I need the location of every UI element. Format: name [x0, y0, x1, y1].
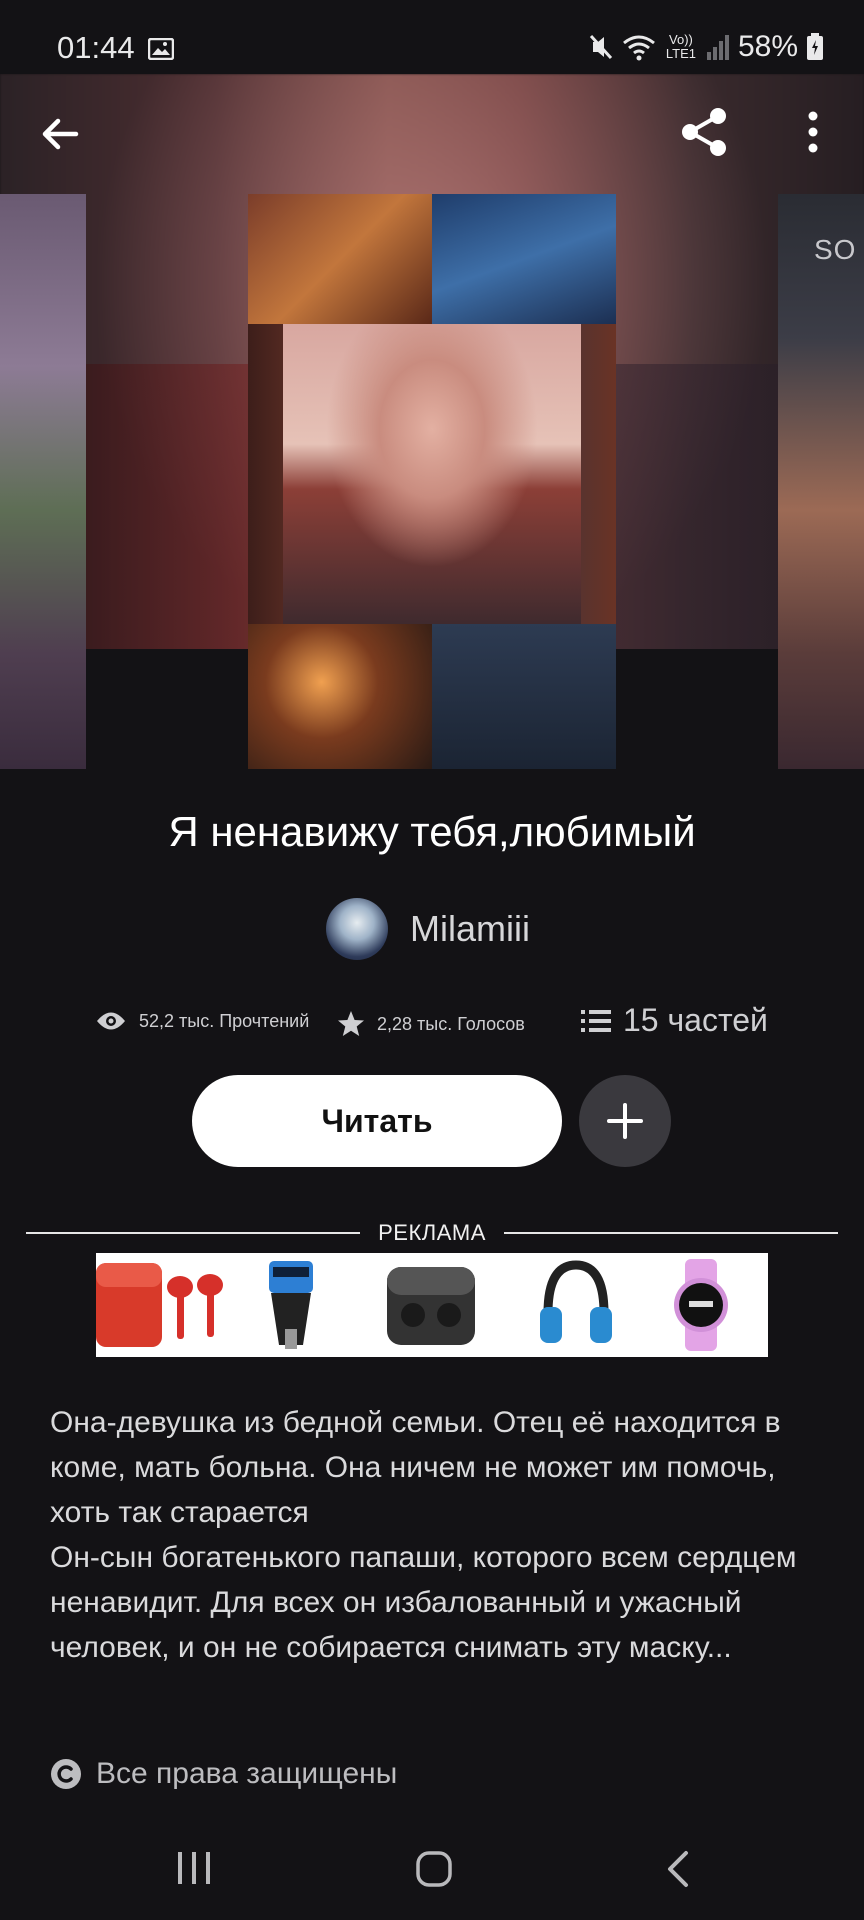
copyright-notice: Все права защищены [50, 1757, 397, 1791]
battery-icon [807, 33, 823, 60]
system-back-icon[interactable] [664, 1850, 692, 1888]
volte-label: Vo)) LTE1 [665, 32, 696, 61]
headphones-image [540, 1260, 612, 1343]
wifi-icon [623, 35, 655, 61]
cover-collage-image [283, 324, 581, 624]
story-stats: 52,2 тыс. Прочтений 2,28 тыс. Голосов 15… [95, 1000, 795, 1046]
parts-stat[interactable]: 15 частей [581, 1002, 768, 1039]
read-button[interactable]: Читать [192, 1075, 562, 1167]
system-navigation-bar [0, 1820, 864, 1920]
recent-apps-icon[interactable] [176, 1850, 212, 1886]
votes-stat: 2,28 тыс. Голосов [337, 1010, 525, 1038]
ad-banner[interactable] [96, 1253, 768, 1357]
parts-count[interactable]: 15 частей [623, 1002, 768, 1039]
status-bar: 01:44 Vo)) LTE1 58% [0, 0, 864, 74]
add-to-library-button[interactable] [579, 1075, 671, 1167]
status-time: 01:44 [57, 30, 135, 65]
red-earbuds-image [167, 1274, 223, 1339]
cover-carousel[interactable]: SO [0, 74, 864, 769]
home-icon[interactable] [415, 1850, 453, 1888]
gallery-notification-icon [148, 38, 174, 60]
signal-icon [706, 35, 729, 60]
copyright-icon [51, 1759, 81, 1789]
share-icon[interactable] [676, 104, 732, 160]
author-avatar[interactable] [326, 898, 388, 960]
battery-percent: 58% [737, 30, 798, 63]
eye-icon [97, 1012, 125, 1030]
copyright-text: Все права защищены [96, 1757, 398, 1790]
story-cover[interactable] [248, 194, 616, 769]
mute-icon [589, 34, 613, 60]
next-cover-title-fragment: SO [814, 234, 857, 265]
ad-label: РЕКЛАМА [378, 1220, 486, 1245]
earbuds-charging-case-image [387, 1267, 475, 1345]
story-description: Она-девушка из бедной семьи. Отец её нах… [50, 1406, 797, 1664]
star-icon [338, 1011, 364, 1036]
next-story-cover[interactable] [778, 194, 864, 769]
story-title: Я ненавижу тебя,любимый [168, 808, 696, 855]
plus-icon [607, 1103, 643, 1139]
author-link[interactable]: Milamiii [326, 898, 530, 960]
reads-stat: 52,2 тыс. Прочтений [95, 1010, 309, 1032]
more-options-icon[interactable] [797, 108, 829, 156]
smartwatch-image [674, 1259, 728, 1351]
votes-count: 2,28 тыс. Голосов [377, 1013, 525, 1034]
previous-story-cover[interactable] [0, 194, 86, 769]
back-arrow-icon[interactable] [36, 110, 84, 158]
reads-count: 52,2 тыс. Прочтений [139, 1010, 310, 1031]
list-icon [581, 1009, 611, 1032]
author-name[interactable]: Milamiii [410, 908, 530, 950]
status-icons: Vo)) LTE1 58% [588, 30, 824, 64]
car-charger-image [269, 1261, 313, 1349]
ad-header: РЕКЛАМА [26, 1220, 838, 1246]
